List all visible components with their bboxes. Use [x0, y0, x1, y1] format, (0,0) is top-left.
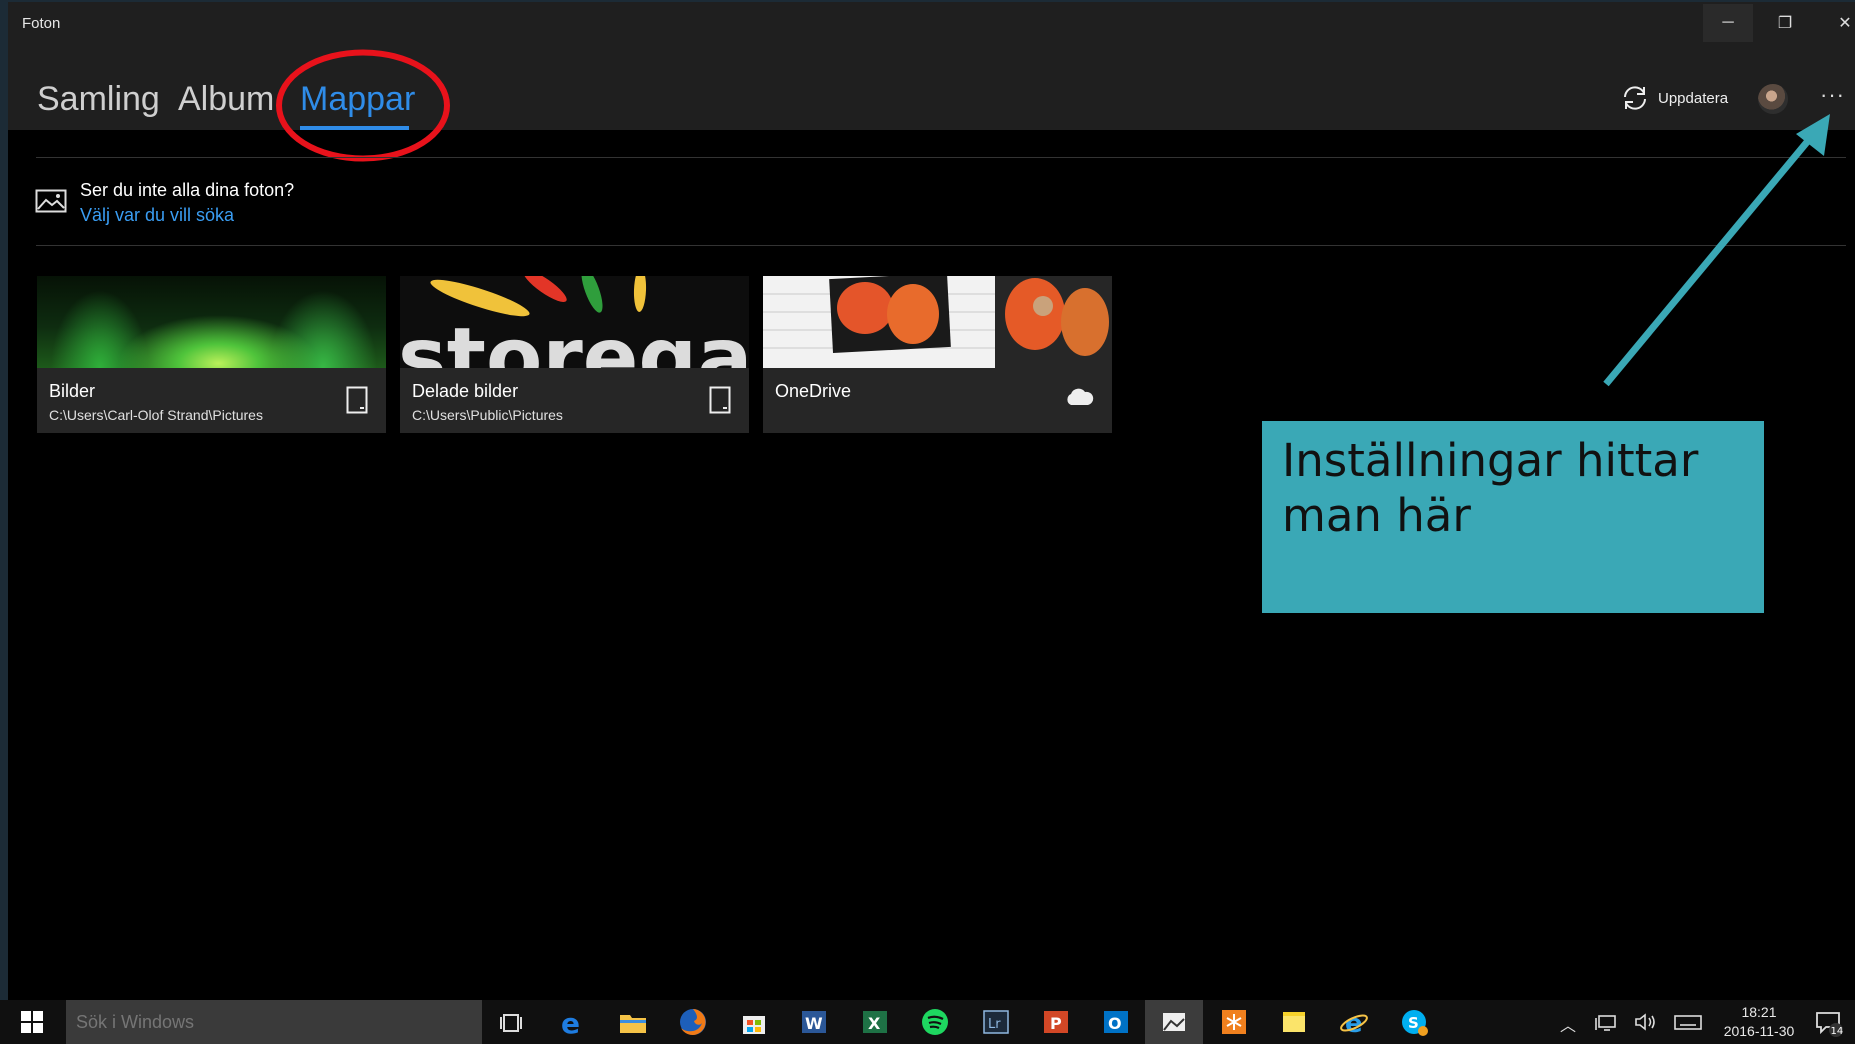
skype-icon[interactable]: S: [1398, 1006, 1430, 1038]
divider: [36, 245, 1846, 246]
snowflake-app-icon[interactable]: [1218, 1006, 1250, 1038]
network-icon[interactable]: [1590, 1006, 1622, 1038]
folder-path: C:\Users\Carl-Olof Strand\Pictures: [49, 407, 263, 423]
lightroom-icon[interactable]: Lr: [980, 1006, 1012, 1038]
excel-icon[interactable]: X: [859, 1006, 891, 1038]
folder-name: Delade bilder: [412, 381, 519, 401]
choose-search-location-link[interactable]: Välj var du vill söka: [80, 205, 234, 226]
edge-browser-icon[interactable]: e: [556, 1006, 588, 1038]
svg-text:S: S: [1408, 1014, 1419, 1032]
file-explorer-icon[interactable]: [617, 1006, 649, 1038]
photos-app-window: Foton ─ ❐ ✕ Samling Album Mappar Uppdate…: [8, 2, 1855, 1000]
notice-question: Ser du inte alla dina foton?: [80, 180, 295, 200]
powerpoint-icon[interactable]: P: [1040, 1006, 1072, 1038]
store-icon[interactable]: [738, 1006, 770, 1038]
keyboard-icon[interactable]: [1672, 1006, 1704, 1038]
device-icon: [346, 386, 368, 414]
svg-text:O: O: [1108, 1014, 1122, 1033]
clock-time: 18:21: [1741, 1004, 1777, 1020]
close-button[interactable]: ✕: [1820, 4, 1855, 42]
tab-album[interactable]: Album: [178, 80, 274, 119]
task-view-icon[interactable]: [495, 1006, 527, 1038]
folder-path: C:\Users\Public\Pictures: [412, 407, 563, 423]
svg-text:X: X: [868, 1014, 881, 1033]
folder-tile-bilder[interactable]: Bilder C:\Users\Carl-Olof Strand\Picture…: [37, 276, 386, 433]
more-options-button[interactable]: ···: [1820, 82, 1845, 108]
start-button[interactable]: [0, 1000, 64, 1044]
minimize-button[interactable]: ─: [1703, 4, 1753, 42]
storegate-logo-text: storegate: [400, 311, 749, 368]
refresh-button[interactable]: Uppdatera: [1620, 84, 1728, 112]
clock-date: 2016-11-30: [1723, 1023, 1795, 1039]
svg-text:W: W: [805, 1014, 823, 1033]
folder-tile-delade-bilder[interactable]: storegate Delade bilder C:\Users\Public\…: [400, 276, 749, 433]
taskbar-search-input[interactable]: [66, 1000, 482, 1044]
internet-explorer-icon[interactable]: e: [1338, 1006, 1370, 1038]
folder-name: Bilder: [49, 381, 96, 401]
svg-text:e: e: [561, 1007, 580, 1038]
word-icon[interactable]: W: [798, 1006, 830, 1038]
arrow-annotation: [1603, 114, 1830, 387]
show-hidden-icons-chevron-icon[interactable]: ︿: [1560, 1012, 1576, 1036]
minimize-icon: ─: [1722, 14, 1734, 31]
svg-text:Lr: Lr: [988, 1017, 1001, 1032]
clock[interactable]: 18:21 2016-11-30: [1716, 1003, 1802, 1041]
outlook-icon[interactable]: O: [1100, 1006, 1132, 1038]
avatar[interactable]: [1758, 84, 1788, 114]
folder-thumbnail: [763, 276, 1112, 368]
svg-text:P: P: [1050, 1014, 1062, 1033]
refresh-label: Uppdatera: [1658, 89, 1729, 107]
app-title: Foton: [22, 15, 61, 32]
folder-thumbnail: storegate: [400, 276, 749, 406]
taskbar: e W X Lr P O e S ︿: [0, 1000, 1855, 1044]
windows-logo-icon: [21, 1011, 43, 1033]
device-icon: [709, 386, 731, 414]
highlight-circle-annotation: [276, 49, 450, 162]
volume-icon[interactable]: [1630, 1006, 1662, 1038]
action-center-icon[interactable]: 14: [1812, 1006, 1844, 1038]
maximize-icon: ❐: [1777, 15, 1793, 32]
folder-name: OneDrive: [775, 381, 852, 401]
settings-callout-annotation: Inställningar hittar man här: [1262, 421, 1764, 613]
sticky-notes-icon[interactable]: [1278, 1006, 1310, 1038]
close-icon: ✕: [1838, 15, 1852, 32]
tab-samling[interactable]: Samling: [37, 80, 160, 119]
notification-count: 14: [1831, 1026, 1844, 1037]
cloud-icon: [1067, 388, 1094, 405]
maximize-button[interactable]: ❐: [1760, 4, 1810, 42]
folder-tile-onedrive[interactable]: OneDrive: [763, 276, 1112, 433]
title-bar: Foton ─ ❐ ✕: [8, 2, 1855, 44]
photos-app-icon[interactable]: [1158, 1006, 1190, 1038]
refresh-icon: [1624, 86, 1646, 110]
svg-text:e: e: [1345, 1009, 1363, 1038]
nav-bar: Samling Album Mappar Uppdatera ···: [8, 44, 1855, 162]
divider: [36, 157, 1846, 158]
photo-icon: [35, 189, 67, 213]
folder-thumbnail: [37, 276, 386, 368]
firefox-icon[interactable]: [677, 1006, 709, 1038]
spotify-icon[interactable]: [919, 1006, 951, 1038]
